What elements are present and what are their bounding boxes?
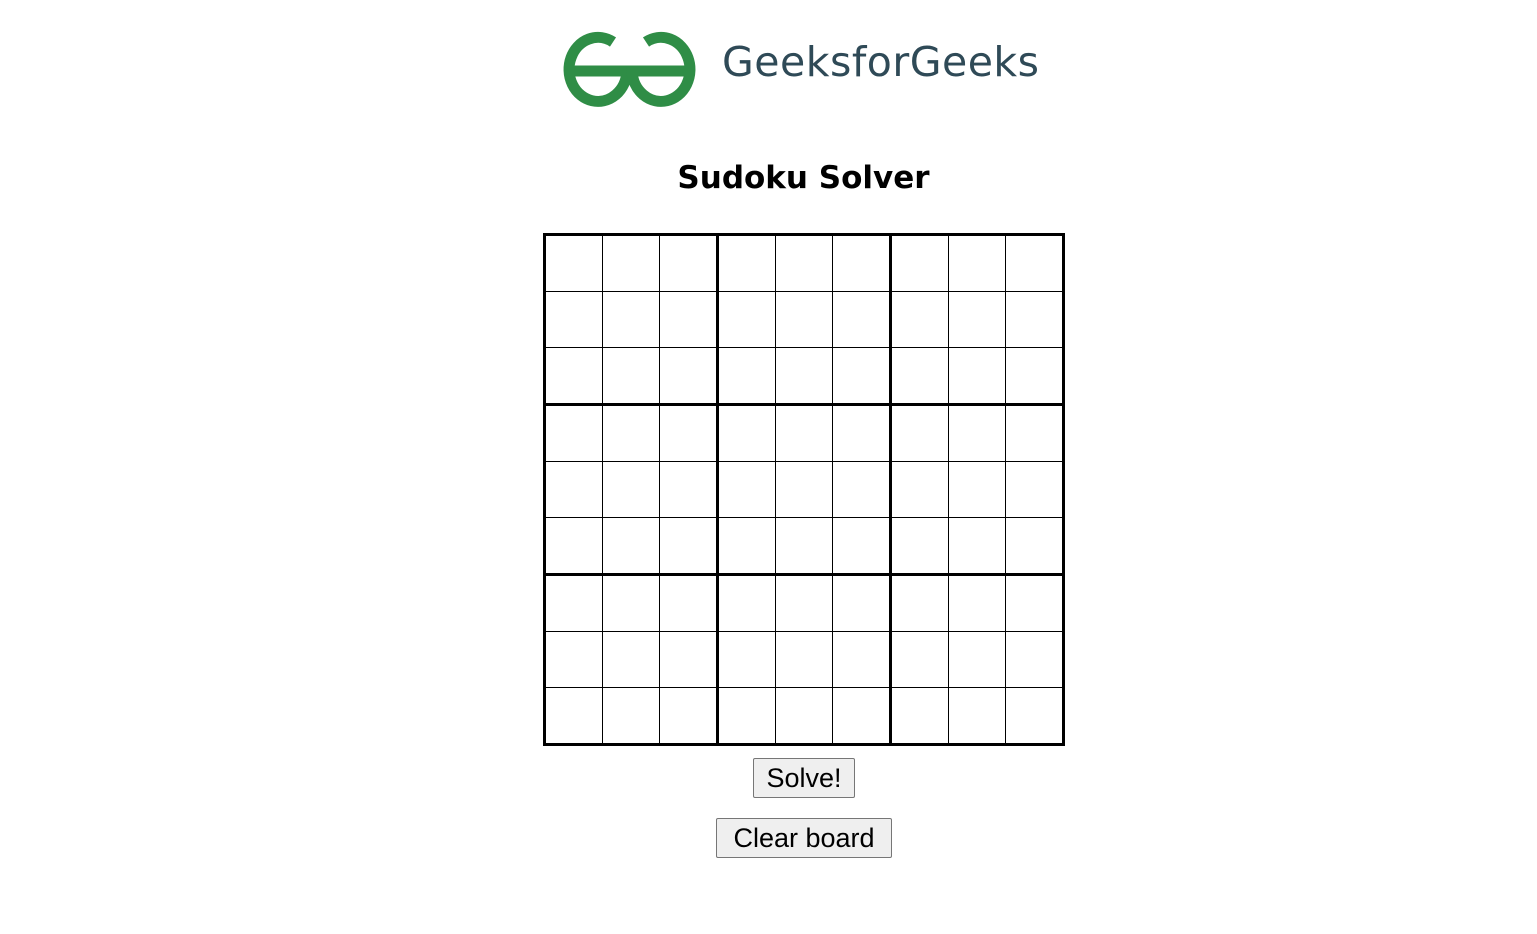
sudoku-cell[interactable]	[948, 461, 1006, 518]
sudoku-cell[interactable]	[832, 631, 892, 688]
sudoku-cell[interactable]	[602, 234, 660, 292]
sudoku-cell[interactable]	[659, 631, 719, 688]
sudoku-cell[interactable]	[544, 574, 603, 632]
sudoku-cell[interactable]	[659, 234, 719, 292]
board-row	[544, 234, 1064, 292]
sudoku-cell[interactable]	[775, 291, 833, 348]
sudoku-cell[interactable]	[659, 347, 719, 406]
sudoku-cell[interactable]	[890, 461, 949, 518]
sudoku-cell[interactable]	[775, 461, 833, 518]
sudoku-cell[interactable]	[544, 404, 603, 462]
site-logo[interactable]: GeeksforGeeks	[557, 28, 1049, 108]
sudoku-cell[interactable]	[659, 291, 719, 348]
sudoku-cell[interactable]	[659, 404, 719, 462]
sudoku-cell[interactable]	[1005, 631, 1064, 688]
sudoku-cell[interactable]	[717, 461, 776, 518]
sudoku-cell[interactable]	[544, 631, 603, 688]
gfg-logo-icon	[563, 31, 696, 107]
board-row	[544, 631, 1064, 688]
sudoku-cell[interactable]	[544, 347, 603, 406]
sudoku-cell[interactable]	[775, 347, 833, 406]
sudoku-cell[interactable]	[1005, 574, 1064, 632]
sudoku-cell[interactable]	[890, 631, 949, 688]
sudoku-cell[interactable]	[717, 631, 776, 688]
sudoku-cell[interactable]	[1005, 234, 1064, 292]
sudoku-board	[543, 233, 1065, 746]
sudoku-cell[interactable]	[717, 687, 776, 745]
sudoku-cell[interactable]	[832, 404, 892, 462]
sudoku-cell[interactable]	[1005, 404, 1064, 462]
sudoku-cell[interactable]	[717, 347, 776, 406]
sudoku-cell[interactable]	[890, 687, 949, 745]
sudoku-cell[interactable]	[717, 234, 776, 292]
sudoku-cell[interactable]	[890, 291, 949, 348]
board-row	[544, 574, 1064, 632]
sudoku-cell[interactable]	[775, 517, 833, 576]
sudoku-cell[interactable]	[717, 291, 776, 348]
sudoku-cell[interactable]	[717, 404, 776, 462]
sudoku-cell[interactable]	[948, 687, 1006, 745]
sudoku-cell[interactable]	[659, 687, 719, 745]
brand-name: GeeksforGeeks	[722, 38, 1040, 86]
sudoku-cell[interactable]	[832, 687, 892, 745]
sudoku-cell[interactable]	[1005, 291, 1064, 348]
sudoku-cell[interactable]	[775, 631, 833, 688]
sudoku-cell[interactable]	[602, 461, 660, 518]
sudoku-cell[interactable]	[1005, 687, 1064, 745]
sudoku-cell[interactable]	[544, 687, 603, 745]
sudoku-cell[interactable]	[659, 517, 719, 576]
sudoku-cell[interactable]	[602, 687, 660, 745]
sudoku-cell[interactable]	[717, 574, 776, 632]
sudoku-cell[interactable]	[832, 574, 892, 632]
board-row	[544, 291, 1064, 348]
sudoku-cell[interactable]	[948, 291, 1006, 348]
solve-button[interactable]: Solve!	[753, 758, 855, 798]
sudoku-cell[interactable]	[890, 404, 949, 462]
sudoku-cell[interactable]	[775, 404, 833, 462]
sudoku-cell[interactable]	[948, 347, 1006, 406]
board-row	[544, 687, 1064, 745]
sudoku-cell[interactable]	[544, 291, 603, 348]
sudoku-cell[interactable]	[602, 517, 660, 576]
board-row	[544, 461, 1064, 518]
sudoku-cell[interactable]	[544, 234, 603, 292]
board-row	[544, 347, 1064, 406]
sudoku-cell[interactable]	[659, 461, 719, 518]
sudoku-cell[interactable]	[544, 461, 603, 518]
sudoku-cell[interactable]	[602, 291, 660, 348]
sudoku-cell[interactable]	[948, 404, 1006, 462]
sudoku-cell[interactable]	[775, 574, 833, 632]
sudoku-cell[interactable]	[890, 517, 949, 576]
sudoku-cell[interactable]	[602, 631, 660, 688]
sudoku-cell[interactable]	[890, 574, 949, 632]
page-title: Sudoku Solver	[677, 160, 930, 196]
sudoku-cell[interactable]	[602, 347, 660, 406]
sudoku-cell[interactable]	[1005, 461, 1064, 518]
sudoku-cell[interactable]	[948, 574, 1006, 632]
sudoku-cell[interactable]	[1005, 347, 1064, 406]
sudoku-cell[interactable]	[659, 574, 719, 632]
sudoku-cell[interactable]	[602, 574, 660, 632]
sudoku-cell[interactable]	[832, 234, 892, 292]
board-row	[544, 517, 1064, 576]
sudoku-cell[interactable]	[544, 517, 603, 576]
sudoku-cell[interactable]	[1005, 517, 1064, 576]
sudoku-cell[interactable]	[602, 404, 660, 462]
sudoku-cell[interactable]	[832, 517, 892, 576]
sudoku-cell[interactable]	[948, 517, 1006, 576]
sudoku-cell[interactable]	[832, 347, 892, 406]
sudoku-cell[interactable]	[890, 234, 949, 292]
sudoku-cell[interactable]	[717, 517, 776, 576]
clear-board-button[interactable]: Clear board	[716, 818, 892, 858]
sudoku-cell[interactable]	[775, 687, 833, 745]
board-row	[544, 404, 1064, 462]
sudoku-cell[interactable]	[948, 631, 1006, 688]
sudoku-cell[interactable]	[775, 234, 833, 292]
sudoku-cell[interactable]	[832, 291, 892, 348]
sudoku-cell[interactable]	[948, 234, 1006, 292]
sudoku-cell[interactable]	[832, 461, 892, 518]
sudoku-cell[interactable]	[890, 347, 949, 406]
